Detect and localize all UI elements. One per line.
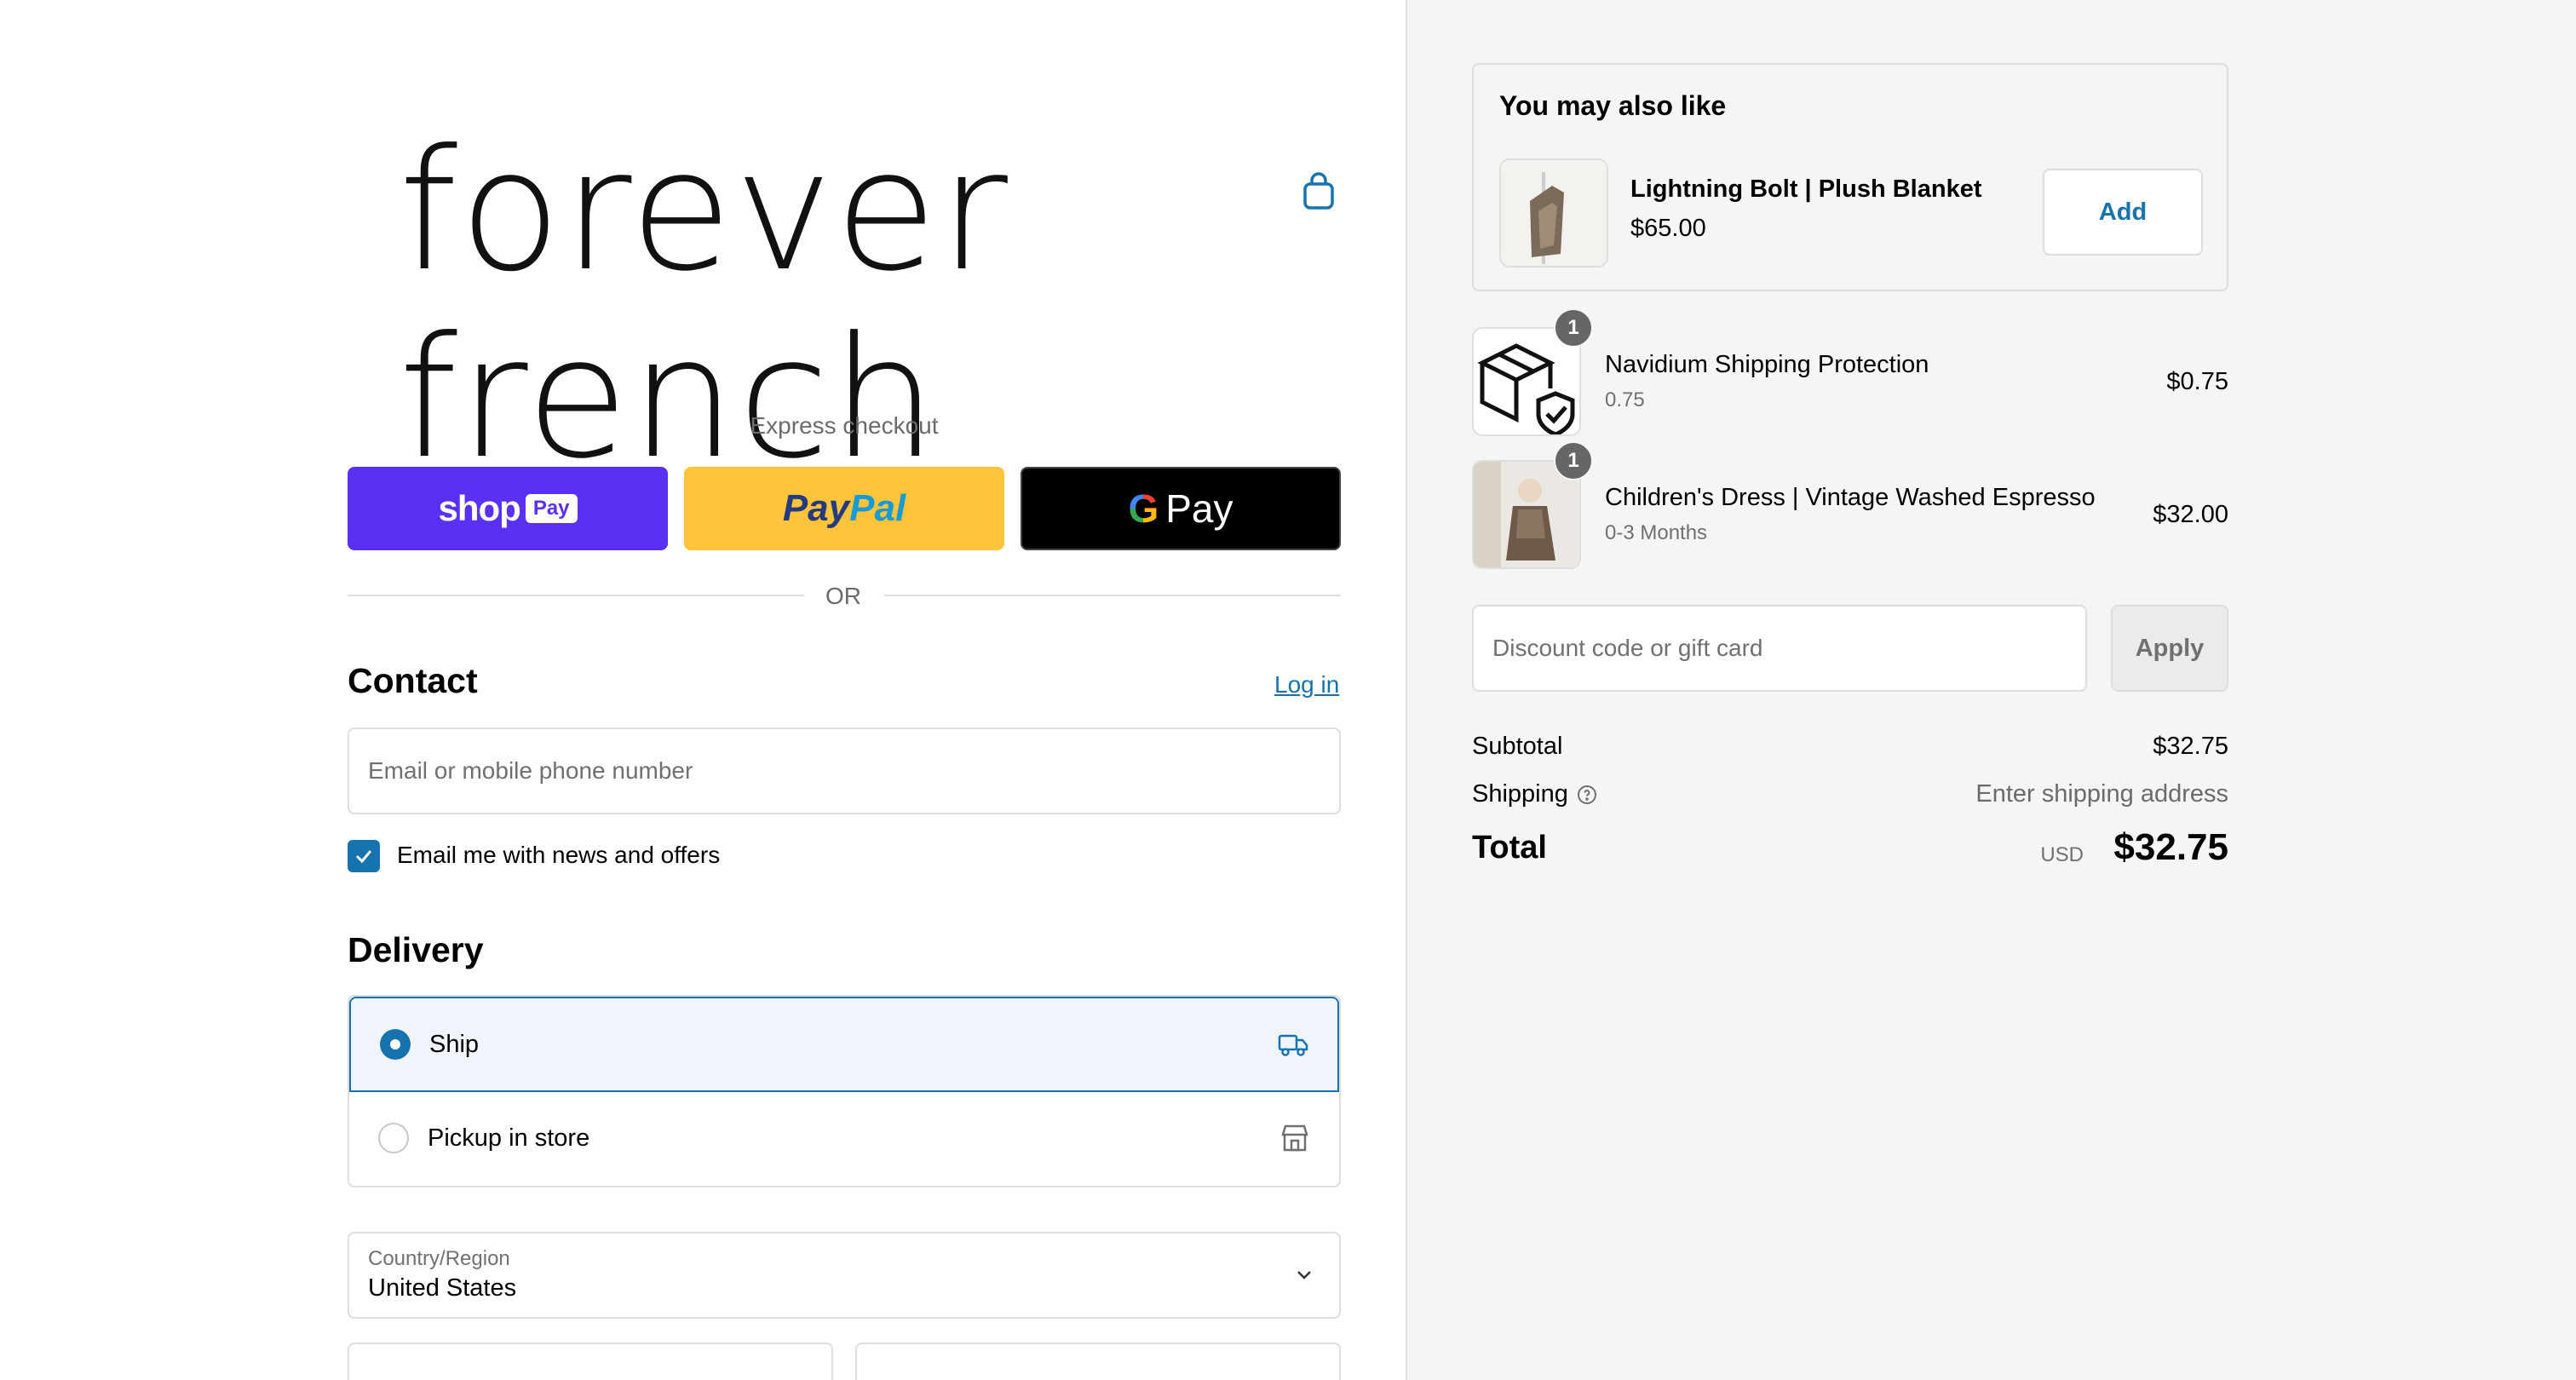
or-divider-left [348, 595, 804, 596]
google-pay-button[interactable]: G Pay [1021, 467, 1341, 550]
blanket-thumbnail [1499, 158, 1608, 267]
shipping-label: Shipping [1472, 780, 1568, 808]
country-select[interactable]: Country/Region United States [348, 1232, 1341, 1319]
delivery-option-pickup[interactable]: Pickup in store [349, 1092, 1339, 1186]
country-value: United States [368, 1274, 517, 1302]
line-item-price: $0.75 [2166, 368, 2228, 395]
first-name-field[interactable] [348, 1343, 833, 1380]
total-label: Total [1472, 830, 1547, 865]
shop-pay-badge: Pay [525, 494, 578, 523]
pickup-label: Pickup in store [428, 1124, 590, 1152]
upsell-card: You may also like Lightning Bolt | Plush… [1472, 63, 2228, 291]
google-g-icon: G [1128, 486, 1159, 531]
pickup-radio[interactable] [378, 1123, 409, 1153]
truck-icon [1278, 1034, 1308, 1056]
shop-pay-button[interactable]: shop Pay [348, 467, 668, 550]
paypal-button[interactable]: PayPal [684, 467, 1004, 550]
help-circle-icon[interactable] [1577, 785, 1597, 805]
shop-pay-wordmark: shop [438, 488, 520, 528]
total-currency: USD [2040, 843, 2084, 866]
shipping-row: Shipping [1472, 780, 1597, 808]
line-item-variant: 0.75 [1605, 388, 1645, 411]
paypal-wordmark: PayPal [782, 487, 906, 529]
subtotal-label: Subtotal [1472, 733, 1563, 760]
email-placeholder: Email or mobile phone number [368, 757, 693, 784]
newsletter-checkbox[interactable] [348, 840, 380, 872]
discount-placeholder: Discount code or gift card [1492, 635, 1763, 661]
brand-logo[interactable]: forever french [399, 118, 1174, 492]
cart-line-item: 1 Children's Dress | Vintage Washed Espr… [1472, 441, 2228, 569]
discount-code-field[interactable]: Discount code or gift card [1472, 605, 2087, 692]
upsell-product-price: $65.00 [1630, 215, 1706, 242]
or-label: OR [825, 583, 861, 609]
delivery-title: Delivery [348, 930, 484, 969]
delivery-method-group: Ship Pickup in store [348, 995, 1341, 1187]
line-item-variant: 0-3 Months [1605, 521, 1708, 544]
upsell-product-name: Lightning Bolt | Plush Blanket [1630, 175, 1982, 203]
express-checkout-label: Express checkout [750, 412, 939, 439]
upsell-title: You may also like [1499, 90, 1727, 121]
email-field[interactable]: Email or mobile phone number [348, 727, 1341, 814]
subtotal-value: $32.75 [2153, 733, 2228, 760]
add-upsell-button[interactable]: Add [2043, 169, 2203, 256]
google-pay-wordmark: G Pay [1128, 486, 1233, 531]
login-link[interactable]: Log in [1274, 671, 1339, 699]
ship-radio[interactable] [380, 1029, 411, 1060]
newsletter-label[interactable]: Email me with news and offers [397, 842, 720, 869]
line-item-price: $32.00 [2153, 501, 2228, 528]
check-icon [355, 850, 372, 864]
country-label: Country/Region [368, 1247, 510, 1270]
line-item-name: Children's Dress | Vintage Washed Espres… [1605, 484, 2096, 511]
shipping-value: Enter shipping address [1975, 780, 2228, 808]
cart-line-item: 1 Navidium Shipping Protection 0.75 $0.7… [1472, 308, 2228, 436]
ship-label: Ship [429, 1031, 480, 1058]
apply-discount-button[interactable]: Apply [2111, 605, 2228, 692]
store-icon [1281, 1124, 1308, 1152]
contact-title: Contact [348, 661, 478, 700]
quantity-badge: 1 [1554, 308, 1593, 348]
quantity-badge: 1 [1554, 441, 1593, 480]
line-item-name: Navidium Shipping Protection [1605, 351, 1929, 378]
shopping-bag-icon[interactable] [1302, 172, 1336, 211]
checkout-form-column: forever french Express checkout shop Pay… [0, 0, 1406, 1380]
delivery-option-ship[interactable]: Ship [349, 997, 1339, 1092]
or-divider-right [884, 595, 1341, 596]
last-name-field[interactable] [855, 1343, 1341, 1380]
chevron-down-icon [1297, 1271, 1311, 1279]
total-value: $32.75 [2113, 826, 2228, 868]
